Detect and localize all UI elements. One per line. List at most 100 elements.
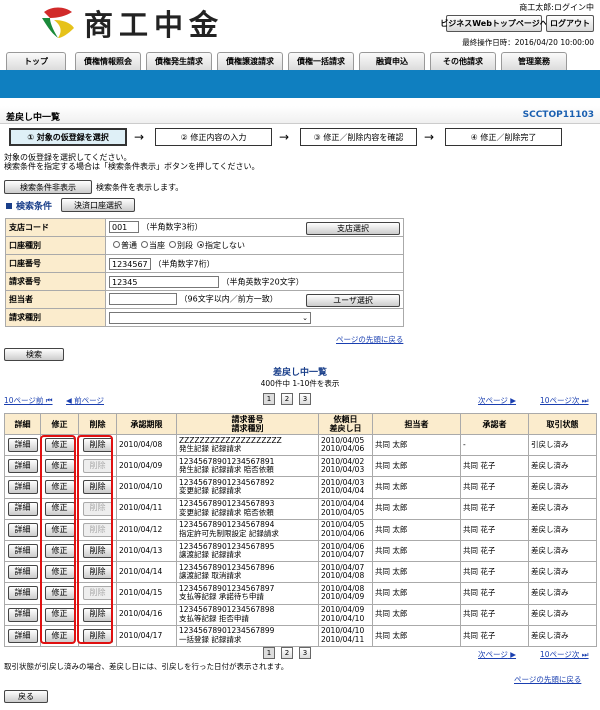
top-page-button[interactable]: ビジネスWebトップページへ: [440, 15, 548, 32]
step-4: ④ 修正／削除完了: [445, 128, 562, 146]
dates: 2010/04/02 2010/04/03: [318, 455, 373, 478]
step-arrow-icon: →: [424, 130, 435, 144]
detail-button[interactable]: 詳細: [7, 459, 38, 474]
detail-button[interactable]: 詳細: [7, 501, 38, 516]
results-count: 400件中 1-10件を表示: [260, 379, 340, 388]
status: 引戻し済み: [528, 433, 597, 457]
step-arrow-icon: →: [134, 130, 145, 144]
approval-deadline: 2010/04/17: [116, 624, 177, 647]
back-button[interactable]: 戻る: [4, 690, 48, 703]
col-approver: 承認者: [460, 413, 529, 435]
search-button[interactable]: 検索: [4, 348, 64, 361]
account-type-radio-label: 別段: [177, 241, 193, 250]
approval-deadline: 2010/04/13: [116, 539, 177, 563]
branch-code-hint: （半角数字3桁）: [141, 222, 203, 231]
return-date: 2010/04/04: [321, 486, 365, 496]
branch-code-input[interactable]: 001: [109, 220, 139, 233]
request-type: 譲渡記録 記録請求: [179, 550, 242, 560]
prev10-link[interactable]: 10ページ前 ⏮: [4, 395, 53, 406]
next-link[interactable]: 次ページ ▶: [478, 395, 516, 406]
screen-id: SCCTOP11103: [522, 110, 594, 120]
page-number-button[interactable]: 3: [299, 393, 311, 405]
detail-button[interactable]: 詳細: [7, 628, 38, 643]
step-2: ② 修正内容の入力: [155, 128, 272, 146]
step-3: ③ 修正／削除内容を確認: [300, 128, 417, 146]
detail-cell: 詳細: [4, 476, 41, 499]
person-input[interactable]: [109, 292, 177, 305]
detail-button[interactable]: 詳細: [7, 480, 38, 495]
detail-cell: 詳細: [4, 497, 41, 520]
return-date: 2010/04/10: [321, 613, 365, 623]
detail-button[interactable]: 詳細: [7, 438, 38, 453]
page-number-button[interactable]: 2: [281, 393, 293, 405]
account-number-input[interactable]: 1234567: [109, 257, 151, 270]
page-top-link-bottom[interactable]: ページの先頭に戻る: [514, 674, 581, 685]
next-link-bottom[interactable]: 次ページ ▶: [478, 649, 516, 660]
results-title: 差戻し中一覧: [272, 368, 327, 378]
request-type-select[interactable]: ⌄: [109, 311, 311, 324]
col-delete: 削除: [78, 413, 117, 435]
chevron-down-icon: ⌄: [302, 313, 308, 322]
return-date: 2010/04/06: [321, 528, 365, 538]
person-cell: （96文字以内／前方一致） ユーザ選択: [105, 290, 404, 309]
request-type-cell: ⌄: [105, 308, 404, 327]
page-number-button[interactable]: 3: [299, 647, 311, 659]
page-number-button[interactable]: 1: [263, 647, 275, 659]
nav-tab[interactable]: 債権情報照会: [75, 52, 141, 70]
nav-tab[interactable]: その他請求: [430, 52, 496, 70]
status: 差戻し済み: [528, 518, 597, 541]
detail-button[interactable]: 詳細: [7, 544, 38, 559]
user-select-button[interactable]: ユーザ選択: [306, 293, 400, 307]
page-title: 差戻し中一覧: [6, 113, 61, 123]
page-number-button[interactable]: 1: [263, 393, 275, 405]
page-number-button[interactable]: 2: [281, 647, 293, 659]
request-number-hint: （半角英数字20文字）: [221, 277, 304, 286]
detail-cell: 詳細: [4, 433, 41, 457]
person: 共同 太郎: [372, 497, 461, 520]
account-type-radios: 普通 当座 別段 指定しない: [105, 236, 404, 255]
search-toggle-button[interactable]: 検索条件非表示: [4, 180, 92, 194]
approver: 共同 花子: [460, 582, 529, 605]
detail-cell: 詳細: [4, 603, 41, 626]
account-type-radio-label: 当座: [149, 241, 165, 250]
nav-tab[interactable]: 債権一括請求: [288, 52, 354, 70]
return-date: 2010/04/06: [321, 444, 365, 454]
search-heading-label: 検索条件: [16, 202, 53, 212]
nav-tab[interactable]: 債権譲渡請求: [217, 52, 283, 70]
detail-button[interactable]: 詳細: [7, 522, 38, 537]
col-detail: 詳細: [4, 413, 41, 435]
account-type-radio[interactable]: [169, 241, 176, 248]
return-date: 2010/04/11: [321, 634, 365, 644]
page-top-link[interactable]: ページの先頭に戻る: [336, 334, 403, 345]
detail-button[interactable]: 詳細: [7, 607, 38, 622]
delete-column-highlight: [77, 435, 113, 644]
person: 共同 太郎: [372, 518, 461, 541]
next10-link-bottom[interactable]: 10ページ次 ⏭: [540, 649, 589, 660]
prev-link[interactable]: ◀ 前ページ: [66, 395, 104, 406]
detail-button[interactable]: 詳細: [7, 565, 38, 580]
next10-link[interactable]: 10ページ次 ⏭: [540, 395, 589, 406]
detail-button[interactable]: 詳細: [7, 586, 38, 601]
approval-deadline: 2010/04/12: [116, 518, 177, 541]
account-type-radio[interactable]: [113, 241, 120, 248]
request-info: 12345678901234567896 譲渡記録 取消請求: [176, 561, 319, 584]
next-label: 次ページ: [478, 650, 508, 659]
branch-select-button[interactable]: 支店選択: [306, 221, 400, 235]
nav-tab[interactable]: 融資申込: [359, 52, 425, 70]
nav-tab[interactable]: 管理業務: [501, 52, 567, 70]
nav-tab[interactable]: トップ: [6, 52, 66, 70]
return-date: 2010/04/03: [321, 465, 365, 475]
dates: 2010/04/09 2010/04/10: [318, 603, 373, 626]
request-number-input[interactable]: 12345: [109, 275, 219, 288]
account-type-radio[interactable]: [197, 241, 204, 248]
account-number-label: 口座番号: [5, 254, 106, 273]
approver: 共同 花子: [460, 539, 529, 563]
nav-tab[interactable]: 債権発生請求: [146, 52, 212, 70]
col-status: 取引状態: [528, 413, 597, 435]
search-heading: 検索条件: [6, 199, 52, 212]
logout-button[interactable]: ログアウト: [546, 15, 594, 32]
next10-label: 10ページ次: [540, 650, 580, 659]
account-select-button[interactable]: 決済口座選択: [61, 198, 135, 212]
account-type-radio[interactable]: [141, 241, 148, 248]
pager-top: 123: [263, 393, 311, 405]
